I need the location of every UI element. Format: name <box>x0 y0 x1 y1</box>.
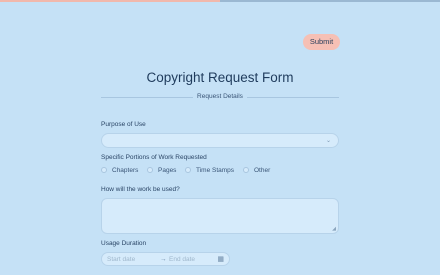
usage-label: How will the work be used? <box>101 186 180 193</box>
section-divider: Request Details <box>101 93 339 101</box>
checkbox-label: Other <box>254 166 271 174</box>
page-title: Copyright Request Form <box>146 70 294 85</box>
checkbox-control[interactable] <box>101 167 107 173</box>
end-date-input[interactable]: End date <box>169 256 195 263</box>
resize-handle-icon[interactable]: ◢ <box>332 226 336 232</box>
submit-button[interactable]: Submit <box>303 34 340 50</box>
checkbox-label: Time Stamps <box>196 166 235 174</box>
usage-textarea[interactable]: ◢ <box>101 198 339 234</box>
section-label: Request Details <box>193 93 247 100</box>
checkbox-label: Chapters <box>112 166 139 174</box>
chevron-down-icon: ⌄ <box>325 138 331 144</box>
purpose-label: Purpose of Use <box>101 121 146 128</box>
date-range-picker[interactable]: Start date → End date ▦ <box>101 252 230 266</box>
checkbox-control[interactable] <box>243 167 249 173</box>
checkbox-pages[interactable]: Pages <box>147 166 176 174</box>
checkbox-label: Pages <box>158 166 177 174</box>
arrow-right-icon: → <box>160 256 167 263</box>
purpose-select[interactable]: ⌄ <box>101 133 339 148</box>
start-date-input[interactable]: Start date <box>107 256 135 263</box>
calendar-icon[interactable]: ▦ <box>217 255 224 263</box>
checkbox-chapters[interactable]: Chapters <box>101 166 138 174</box>
duration-label: Usage Duration <box>101 240 147 247</box>
checkbox-control[interactable] <box>185 167 191 173</box>
progress-bar-track <box>0 0 440 2</box>
checkbox-time-stamps[interactable]: Time Stamps <box>185 166 234 174</box>
portions-label: Specific Portions of Work Requested <box>101 154 207 161</box>
checkbox-other[interactable]: Other <box>243 166 270 174</box>
progress-bar-fill <box>0 0 220 2</box>
checkbox-control[interactable] <box>147 167 153 173</box>
